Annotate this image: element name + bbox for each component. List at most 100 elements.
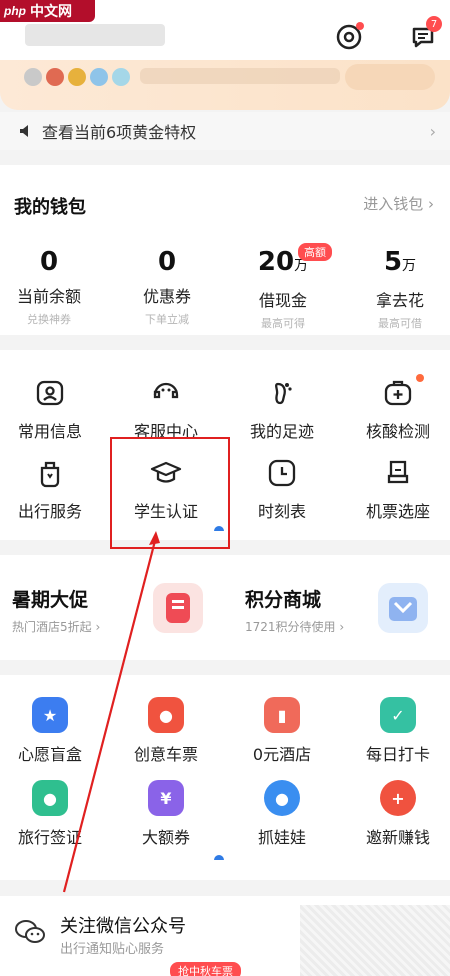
ticket-icon: ● xyxy=(148,697,184,733)
service-label: 常用信息 xyxy=(17,422,82,441)
promo-summer-image xyxy=(153,583,203,633)
service-travel[interactable]: 出行服务 xyxy=(0,456,106,522)
promo-summer-sale[interactable]: 暑期大促 热门酒店5折起 › xyxy=(12,585,100,635)
banner-text-blurred xyxy=(140,68,340,84)
luggage-icon xyxy=(40,461,60,488)
activity-invite-earn[interactable]: + 邀新赚钱 xyxy=(342,780,450,848)
activity-free-hotel[interactable]: ▮ 0元酒店 xyxy=(226,697,338,765)
service-label: 时刻表 xyxy=(257,502,306,521)
receipt-icon xyxy=(166,593,190,623)
service-timetable[interactable]: 时刻表 xyxy=(226,456,338,522)
wallet-card: 我的钱包 进入钱包 › 0 当前余额 兑换神券 0 优惠券 下单立减 20万 高… xyxy=(0,165,450,335)
wallet-label: 当前余额 xyxy=(16,287,81,306)
member-avatar xyxy=(24,68,42,86)
blurred-username xyxy=(25,24,165,46)
activity-big-coupon[interactable]: ¥ 大额券 xyxy=(110,780,222,848)
activities-card: ★ 心愿盲盒 ● 创意车票 ▮ 0元酒店 ✓ 每日打卡 ● 旅行签证 ¥ 大额券… xyxy=(0,675,450,880)
service-footprint[interactable]: 我的足迹 xyxy=(226,376,338,442)
bear-icon: ● xyxy=(264,780,300,816)
headset-icon xyxy=(153,382,179,399)
wallet-sub: 下单立减 xyxy=(145,313,189,326)
hotel-icon: ▮ xyxy=(264,697,300,733)
clock-icon xyxy=(268,459,296,487)
wallet-balance[interactable]: 0 当前余额 兑换神券 xyxy=(0,247,104,327)
settings-button[interactable] xyxy=(332,20,366,54)
activity-claw-machine[interactable]: ● 抓娃娃 xyxy=(226,780,338,848)
activity-wish-box[interactable]: ★ 心愿盲盒 xyxy=(0,697,106,765)
wallet-coupons[interactable]: 0 优惠券 下单立减 xyxy=(112,247,222,327)
enter-wallet-label: 进入钱包 xyxy=(363,195,424,213)
wallet-sub: 最高可得 xyxy=(261,317,305,330)
promo-title: 暑期大促 xyxy=(12,589,89,611)
wechat-sub: 出行通知贴心服务 xyxy=(60,942,165,957)
member-avatar xyxy=(46,68,64,86)
message-badge: 7 xyxy=(426,16,442,32)
activity-label: 每日打卡 xyxy=(365,745,430,764)
activity-daily-checkin[interactable]: ✓ 每日打卡 xyxy=(342,697,450,765)
wechat-title: 关注微信公众号 xyxy=(60,916,186,937)
wallet-label: 借现金 xyxy=(258,291,307,310)
wechat-icon xyxy=(15,920,45,943)
service-nucleic-test[interactable]: 核酸检测 xyxy=(342,374,450,442)
wallet-naquhua[interactable]: 5万 拿去花 最高可借 xyxy=(345,247,450,331)
page-indicator xyxy=(214,855,224,860)
service-label: 出行服务 xyxy=(17,502,82,521)
activity-label: 邀新赚钱 xyxy=(365,828,430,847)
high-amount-tag: 高额 xyxy=(298,243,332,261)
plus-coin-icon: + xyxy=(380,780,416,816)
activity-label: 大额券 xyxy=(141,828,190,847)
member-avatar xyxy=(90,68,108,86)
highlight-box xyxy=(110,437,230,549)
wallet-sub: 最高可借 xyxy=(378,317,422,330)
wallet-value: 5 xyxy=(383,247,403,277)
service-common-info[interactable]: 常用信息 xyxy=(0,376,106,442)
service-customer-center[interactable]: 客服中心 xyxy=(110,376,222,442)
activity-travel-visa[interactable]: ● 旅行签证 xyxy=(0,780,106,848)
noise-patch xyxy=(300,905,450,976)
chevron-right-icon: › xyxy=(429,121,436,141)
wallet-unit: 万 xyxy=(402,258,417,274)
membership-banner[interactable] xyxy=(0,60,450,110)
service-label: 核酸检测 xyxy=(365,422,430,441)
promo-sub-text: 热门酒店5折起 xyxy=(12,620,92,634)
logo-prefix: php xyxy=(4,4,26,18)
gold-privileges-row[interactable]: 查看当前6项黄金特权 › xyxy=(0,112,450,150)
promo-points-mall[interactable]: 积分商城 1721积分待使用 › xyxy=(245,585,344,635)
wallet-value: 0 xyxy=(157,247,177,277)
activity-creative-ticket[interactable]: ● 创意车票 xyxy=(110,697,222,765)
watermark-logo: php 中文网 xyxy=(0,0,95,22)
id-card-icon xyxy=(36,380,64,406)
new-dot xyxy=(416,374,424,382)
speaker-icon xyxy=(20,125,28,137)
activity-label: 心愿盲盒 xyxy=(17,745,82,764)
logo-text: 中文网 xyxy=(30,4,72,20)
service-label: 机票选座 xyxy=(365,502,430,521)
promo-sub-text: 1721积分待使用 xyxy=(245,620,336,634)
yen-coupon-icon: ¥ xyxy=(148,780,184,816)
member-avatar xyxy=(68,68,86,86)
mid-autumn-ticket-tag: 抢中秋车票 xyxy=(170,962,241,976)
passport-icon: ● xyxy=(32,780,68,816)
enter-wallet-link[interactable]: 进入钱包 › xyxy=(363,193,434,214)
wallet-label: 优惠券 xyxy=(142,287,191,306)
wallet-value: 20 xyxy=(257,247,295,277)
service-seat-selection[interactable]: 机票选座 xyxy=(342,456,450,522)
settings-dot xyxy=(356,22,364,30)
activity-label: 创意车票 xyxy=(133,745,198,764)
promo-card: 暑期大促 热门酒店5折起 › 积分商城 1721积分待使用 › xyxy=(0,555,450,660)
activity-label: 0元酒店 xyxy=(252,745,312,764)
gift-box-icon xyxy=(389,597,417,621)
seat-icon xyxy=(387,460,409,484)
service-label: 我的足迹 xyxy=(249,422,314,441)
promo-points-image xyxy=(378,583,428,633)
promo-sub: 1721积分待使用 › xyxy=(245,620,345,634)
wallet-borrow-cash[interactable]: 20万 高额 借现金 最高可得 xyxy=(228,243,338,331)
gold-privileges-text: 查看当前6项黄金特权 xyxy=(42,123,197,142)
message-button[interactable]: 7 xyxy=(406,16,442,54)
wallet-label: 拿去花 xyxy=(375,291,424,310)
member-avatar xyxy=(112,68,130,86)
promo-title: 积分商城 xyxy=(245,589,322,611)
footprint-icon xyxy=(275,382,292,405)
banner-button[interactable] xyxy=(345,64,435,90)
activity-label: 抓娃娃 xyxy=(257,828,306,847)
